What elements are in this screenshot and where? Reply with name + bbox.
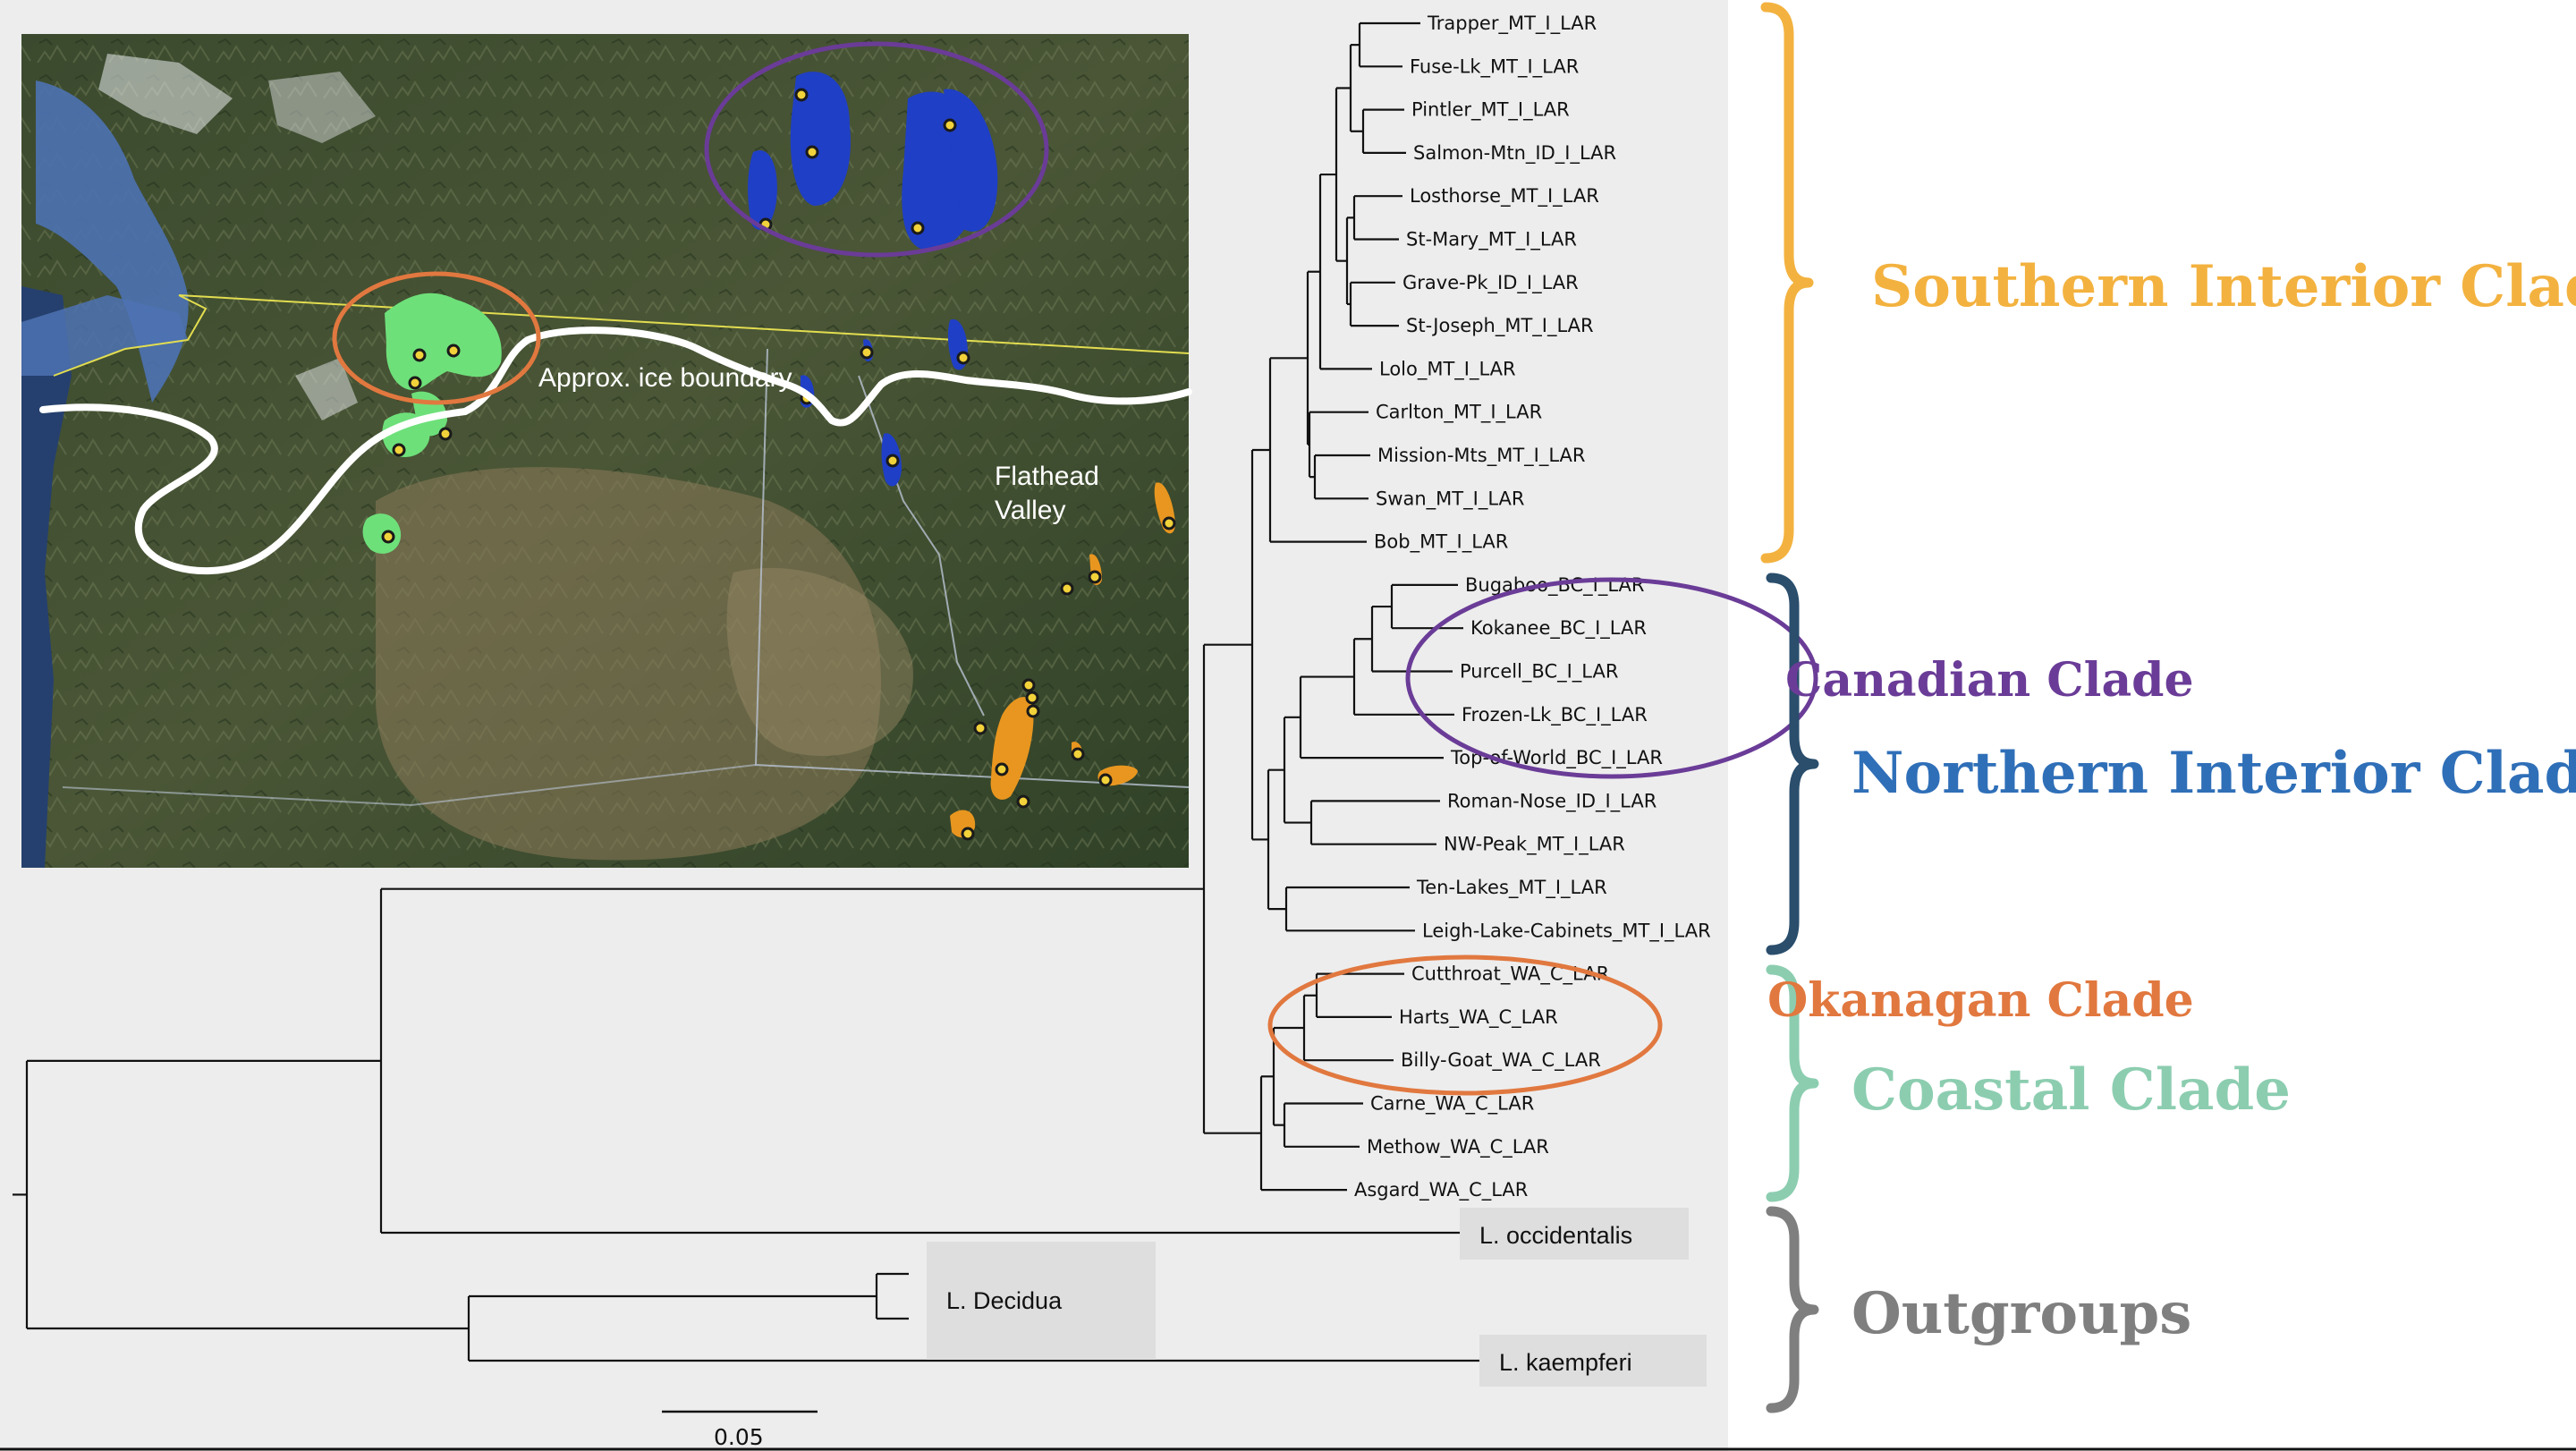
site-dot (1071, 747, 1085, 761)
outgroups-clade-label: Outgroups (1852, 1280, 2191, 1347)
tip-label: Swan_MT_I_LAR (1376, 488, 1524, 510)
flathead-label-line1: Flathead (995, 462, 1099, 491)
outgroups-bracket (1766, 1206, 1819, 1413)
tip-label: Carne_WA_C_LAR (1370, 1093, 1534, 1116)
site-dot (943, 118, 957, 132)
site-dot (886, 454, 900, 468)
tip-label: Methow_WA_C_LAR (1367, 1136, 1549, 1158)
site-dot (1098, 773, 1113, 787)
northern-interior-bracket (1766, 573, 1819, 955)
tip-label: St-Joseph_MT_I_LAR (1406, 315, 1594, 337)
ice-boundary-label: Approx. ice boundary (538, 363, 792, 393)
site-dot (911, 221, 925, 235)
site-dot (1088, 570, 1102, 584)
site-dot (1025, 691, 1039, 705)
canadian-clade-label: Canadian Clade (1785, 653, 2194, 708)
site-dot (438, 427, 453, 441)
tip-label: Salmon-Mtn_ID_I_LAR (1413, 142, 1616, 165)
scale-bar-label: 0.05 (714, 1424, 764, 1450)
site-dot (1016, 794, 1030, 809)
phylogeny-figure: Approx. ice boundary Flathead Valley Tra… (0, 2, 2576, 1451)
site-dot (956, 351, 970, 365)
northern-interior-clade-label: Northern Interior Clade (1852, 740, 2576, 807)
tip-label: Losthorse_MT_I_LAR (1410, 185, 1599, 208)
southern-interior-clade-label: Southern Interior Clade (1871, 253, 2576, 320)
tip-label: Roman-Nose_ID_I_LAR (1447, 790, 1657, 812)
tip-label: Fuse-Lk_MT_I_LAR (1410, 55, 1579, 78)
site-dot (392, 443, 406, 457)
tip-label: Frozen-Lk_BC_I_LAR (1462, 704, 1648, 726)
tip-label: Trapper_MT_I_LAR (1427, 13, 1597, 35)
site-dot (1162, 516, 1176, 530)
site-dot (961, 827, 975, 841)
site-dot (860, 345, 874, 360)
site-dot (1060, 581, 1074, 596)
okanagan-clade-label: Okanagan Clade (1767, 973, 2194, 1028)
coastal-clade-label: Coastal Clade (1852, 1056, 2291, 1124)
tip-label: Purcell_BC_I_LAR (1460, 661, 1618, 683)
tip-label: Pintler_MT_I_LAR (1411, 99, 1570, 122)
site-dot (805, 145, 819, 159)
scale-bar: 0.05 (662, 1410, 818, 1450)
site-dot (1026, 704, 1040, 718)
tip-label: Kokanee_BC_I_LAR (1470, 617, 1647, 640)
tip-label: Carlton_MT_I_LAR (1376, 402, 1542, 424)
tip-label: Asgard_WA_C_LAR (1354, 1179, 1528, 1201)
tip-label: Top-of-World_BC_I_LAR (1450, 747, 1663, 769)
site-dot (408, 376, 422, 390)
site-dot (794, 88, 809, 102)
tip-label: Lolo_MT_I_LAR (1379, 358, 1516, 380)
tip-label: Grave-Pk_ID_I_LAR (1402, 272, 1579, 294)
occidentalis-label: L. occidentalis (1479, 1222, 1632, 1249)
tip-label: St-Mary_MT_I_LAR (1406, 229, 1577, 251)
site-dot (995, 762, 1009, 776)
tip-label: Ten-Lakes_MT_I_LAR (1416, 877, 1607, 899)
tip-label: Mission-Mts_MT_I_LAR (1377, 445, 1585, 467)
decidua-label: L. Decidua (946, 1287, 1063, 1314)
site-dot (973, 721, 987, 735)
tip-label: Cutthroat_WA_C_LAR (1411, 963, 1609, 986)
tip-label: Bob_MT_I_LAR (1374, 531, 1508, 554)
southern-interior-bracket (1760, 2, 1814, 564)
tip-label: NW-Peak_MT_I_LAR (1444, 834, 1625, 856)
tip-label: Harts_WA_C_LAR (1399, 1006, 1558, 1029)
figure: Approx. ice boundary Flathead Valley Tra… (0, 0, 2576, 1451)
site-dot (446, 344, 461, 358)
satellite-map: Approx. ice boundary Flathead Valley (21, 34, 1192, 868)
flathead-label-line2: Valley (995, 496, 1065, 525)
site-dot (412, 348, 427, 362)
tip-label: Leigh-Lake-Cabinets_MT_I_LAR (1422, 920, 1711, 942)
site-dot (381, 530, 395, 544)
site-dot (1021, 678, 1036, 692)
tip-label: Billy-Goat_WA_C_LAR (1401, 1049, 1601, 1072)
tip-labels: Trapper_MT_I_LAR Fuse-Lk_MT_I_LAR Pintler_… (1354, 13, 1711, 1201)
clade-labels: Southern Interior Clade Canadian Clade N… (1767, 253, 2576, 1347)
kaempferi-label: L. kaempferi (1499, 1349, 1632, 1376)
